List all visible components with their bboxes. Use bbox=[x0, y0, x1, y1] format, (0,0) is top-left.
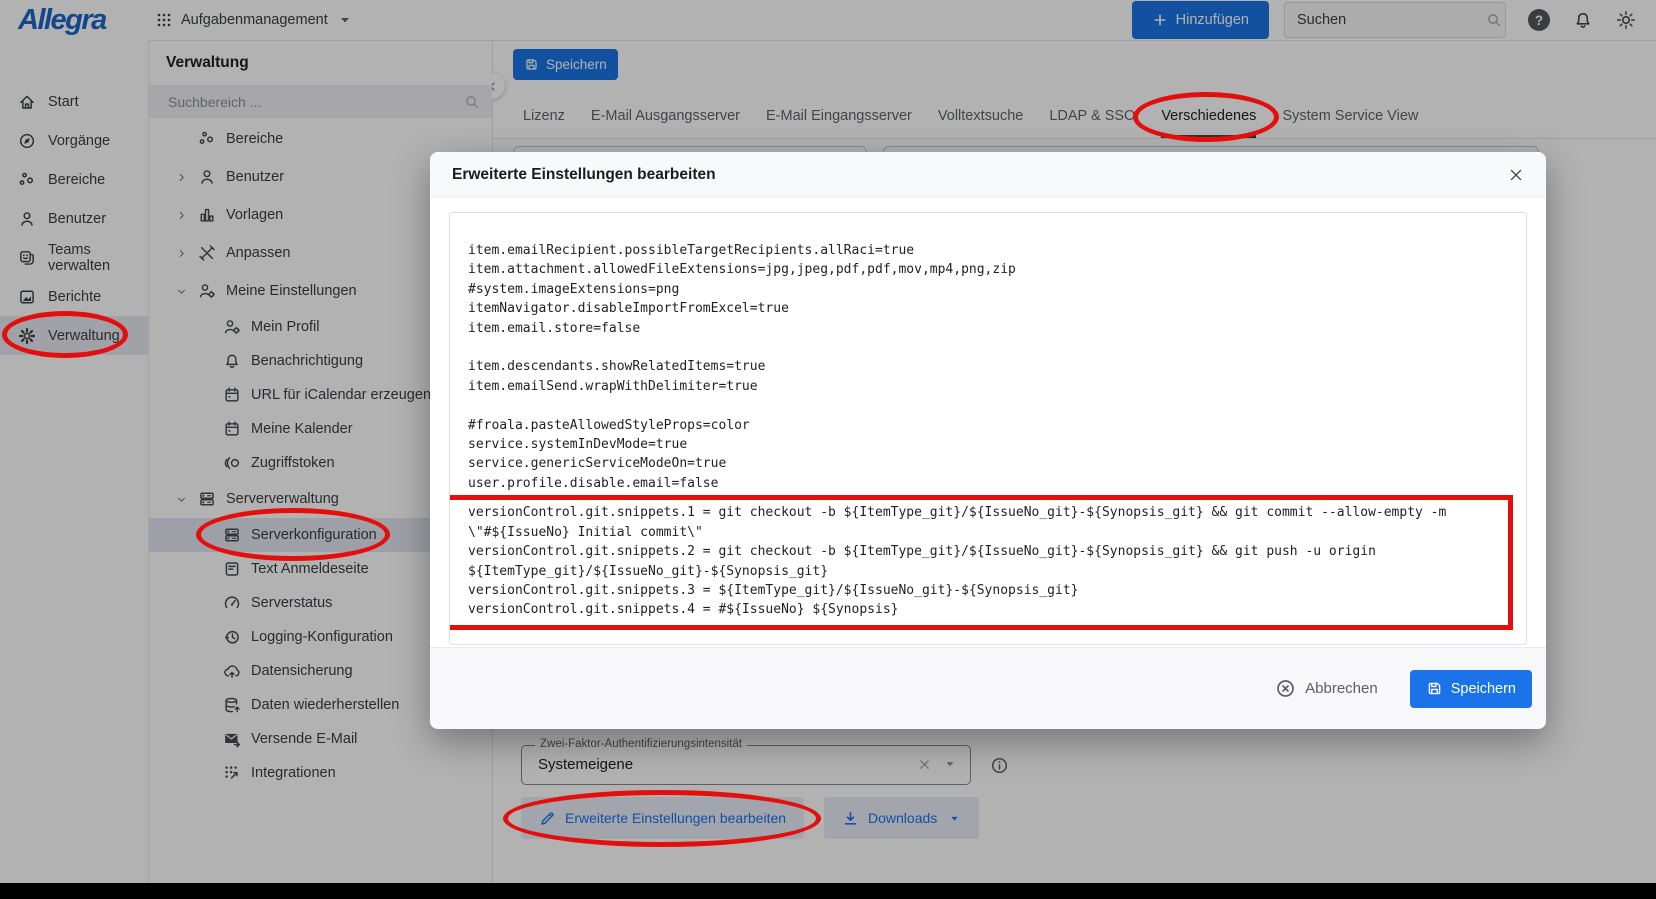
circle-x-icon bbox=[1275, 678, 1296, 699]
cancel-button[interactable]: Abbrechen bbox=[1269, 677, 1384, 700]
close-icon[interactable] bbox=[1508, 167, 1524, 183]
modal-header: Erweiterte Einstellungen bearbeiten bbox=[430, 152, 1546, 198]
config-textarea[interactable]: item.emailRecipient.possibleTargetRecipi… bbox=[449, 212, 1527, 645]
modal-body: item.emailRecipient.possibleTargetRecipi… bbox=[430, 198, 1546, 647]
modal-title: Erweiterte Einstellungen bearbeiten bbox=[452, 165, 716, 183]
bottom-black-bar bbox=[0, 883, 1656, 899]
advanced-settings-modal: Erweiterte Einstellungen bearbeiten item… bbox=[430, 152, 1546, 729]
cancel-button-label: Abbrechen bbox=[1305, 680, 1378, 697]
config-highlighted-text: versionControl.git.snippets.1 = git chec… bbox=[468, 505, 1447, 618]
annotation-rect-config-highlight: versionControl.git.snippets.1 = git chec… bbox=[450, 495, 1513, 630]
save-icon bbox=[1426, 680, 1443, 697]
modal-footer: Abbrechen Speichern bbox=[430, 647, 1546, 729]
save-button-modal-label: Speichern bbox=[1450, 680, 1516, 697]
app-screen: Allegra Aufgabenmanagement Hinzufügen ? … bbox=[0, 0, 1656, 899]
config-plain-text: item.emailRecipient.possibleTargetRecipi… bbox=[468, 243, 1016, 491]
save-button-modal[interactable]: Speichern bbox=[1409, 669, 1532, 708]
